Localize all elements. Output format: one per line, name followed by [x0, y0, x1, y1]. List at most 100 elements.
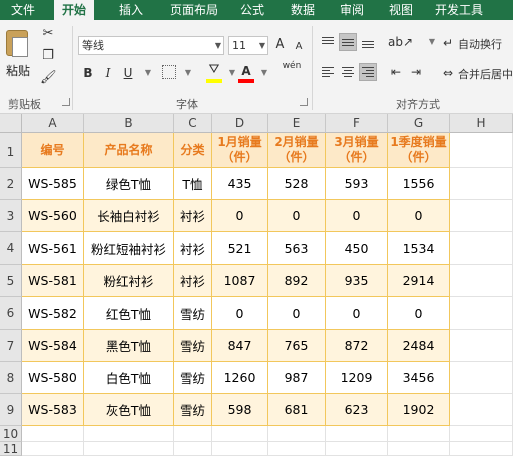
table-header-cell[interactable]: 1月销量（件） — [212, 133, 268, 168]
table-header-cell[interactable]: 编号 — [22, 133, 84, 168]
copy-icon[interactable]: ❐ — [40, 48, 56, 64]
empty-cell[interactable] — [450, 297, 513, 330]
select-all-corner[interactable] — [0, 114, 22, 133]
tab-7[interactable]: 视图 — [382, 0, 420, 20]
bold-button[interactable]: B — [80, 64, 96, 82]
font-color-button[interactable]: A — [238, 62, 254, 80]
tab-8[interactable]: 开发工具 — [430, 0, 488, 20]
table-cell[interactable]: 0 — [268, 297, 326, 330]
tab-3[interactable]: 页面布局 — [164, 0, 224, 20]
align-middle-icon[interactable] — [339, 33, 357, 51]
table-cell[interactable]: 765 — [268, 330, 326, 362]
table-cell[interactable]: 白色T恤 — [84, 362, 174, 394]
table-cell[interactable]: 1087 — [212, 265, 268, 297]
empty-cell[interactable] — [22, 426, 84, 442]
grow-font-button[interactable]: A — [272, 36, 288, 54]
table-cell[interactable]: 0 — [326, 200, 388, 232]
table-cell[interactable]: 563 — [268, 232, 326, 265]
table-cell[interactable]: 0 — [268, 200, 326, 232]
table-cell[interactable]: 雪纺 — [174, 362, 212, 394]
increase-indent-icon[interactable]: ⇥ — [408, 64, 424, 80]
wrap-text-icon[interactable]: ↵ — [440, 35, 456, 51]
italic-button[interactable]: I — [100, 64, 116, 82]
table-cell[interactable]: WS-583 — [22, 394, 84, 426]
table-cell[interactable]: 1260 — [212, 362, 268, 394]
align-center-icon[interactable] — [340, 64, 356, 80]
column-header-D[interactable]: D — [212, 114, 268, 133]
table-cell[interactable]: WS-581 — [22, 265, 84, 297]
column-header-H[interactable]: H — [450, 114, 513, 133]
orientation-icon[interactable]: ab↗ — [388, 34, 413, 50]
empty-cell[interactable] — [450, 200, 513, 232]
empty-cell[interactable] — [326, 426, 388, 442]
shrink-font-button[interactable]: A — [292, 38, 306, 56]
row-header-3[interactable]: 3 — [0, 200, 22, 232]
table-cell[interactable]: 598 — [212, 394, 268, 426]
table-cell[interactable]: 0 — [388, 200, 450, 232]
empty-cell[interactable] — [268, 442, 326, 456]
borders-icon[interactable] — [162, 65, 176, 79]
table-cell[interactable]: 0 — [212, 297, 268, 330]
table-cell[interactable]: 长袖白衬衫 — [84, 200, 174, 232]
tab-1[interactable]: 开始 — [54, 0, 94, 20]
align-right-icon[interactable] — [359, 63, 377, 81]
table-cell[interactable]: 521 — [212, 232, 268, 265]
table-cell[interactable]: 847 — [212, 330, 268, 362]
align-top-icon[interactable] — [320, 34, 336, 50]
table-cell[interactable]: 0 — [212, 200, 268, 232]
table-cell[interactable]: T恤 — [174, 168, 212, 200]
row-header-7[interactable]: 7 — [0, 330, 22, 362]
table-header-cell[interactable]: 产品名称 — [84, 133, 174, 168]
font-launcher-icon[interactable] — [300, 98, 308, 106]
table-cell[interactable]: WS-580 — [22, 362, 84, 394]
font-size-select[interactable]: 11 ▼ — [228, 36, 268, 55]
wrap-text-button[interactable]: 自动换行 — [458, 36, 502, 52]
row-header-6[interactable]: 6 — [0, 297, 22, 330]
table-cell[interactable]: 灰色T恤 — [84, 394, 174, 426]
scissors-icon[interactable]: ✂ — [40, 26, 56, 42]
table-cell[interactable]: 1209 — [326, 362, 388, 394]
table-cell[interactable]: 1556 — [388, 168, 450, 200]
table-cell[interactable]: 绿色T恤 — [84, 168, 174, 200]
table-cell[interactable]: 450 — [326, 232, 388, 265]
empty-cell[interactable] — [174, 442, 212, 456]
empty-cell[interactable] — [450, 394, 513, 426]
chevron-down-icon[interactable]: ▼ — [256, 65, 272, 81]
underline-button[interactable]: U — [120, 64, 136, 82]
clipboard-paste-icon[interactable] — [6, 30, 28, 57]
table-cell[interactable]: 粉红短袖衬衫 — [84, 232, 174, 265]
empty-cell[interactable] — [174, 426, 212, 442]
table-cell[interactable]: 雪纺 — [174, 330, 212, 362]
empty-cell[interactable] — [450, 168, 513, 200]
paste-button-label[interactable]: 粘贴 — [6, 62, 30, 79]
table-cell[interactable]: 0 — [388, 297, 450, 330]
table-cell[interactable]: 衬衫 — [174, 265, 212, 297]
row-header-8[interactable]: 8 — [0, 362, 22, 394]
table-header-cell[interactable]: 1季度销量（件） — [388, 133, 450, 168]
table-cell[interactable]: 528 — [268, 168, 326, 200]
decrease-indent-icon[interactable]: ⇤ — [388, 64, 404, 80]
column-header-B[interactable]: B — [84, 114, 174, 133]
table-cell[interactable]: WS-560 — [22, 200, 84, 232]
merge-center-icon[interactable]: ⇔ — [440, 65, 456, 81]
table-cell[interactable]: 2914 — [388, 265, 450, 297]
tab-4[interactable]: 公式 — [232, 0, 272, 20]
font-family-select[interactable]: 等线 ▼ — [78, 36, 224, 55]
chevron-down-icon[interactable]: ▼ — [140, 65, 156, 81]
table-cell[interactable]: WS-582 — [22, 297, 84, 330]
empty-cell[interactable] — [212, 426, 268, 442]
empty-cell[interactable] — [22, 442, 84, 456]
table-cell[interactable]: 雪纺 — [174, 297, 212, 330]
tab-0[interactable]: 文件 — [2, 0, 44, 20]
table-cell[interactable]: 粉红衬衫 — [84, 265, 174, 297]
merge-center-button[interactable]: 合并后居中 — [458, 66, 513, 82]
fill-color-icon[interactable]: ⛛ — [206, 62, 222, 78]
table-header-cell[interactable]: 分类 — [174, 133, 212, 168]
table-cell[interactable]: 黑色T恤 — [84, 330, 174, 362]
table-cell[interactable]: 1534 — [388, 232, 450, 265]
table-cell[interactable]: 593 — [326, 168, 388, 200]
tab-5[interactable]: 数据 — [282, 0, 324, 20]
table-header-cell[interactable]: 2月销量（件） — [268, 133, 326, 168]
row-header-11[interactable]: 11 — [0, 442, 22, 456]
column-header-G[interactable]: G — [388, 114, 450, 133]
